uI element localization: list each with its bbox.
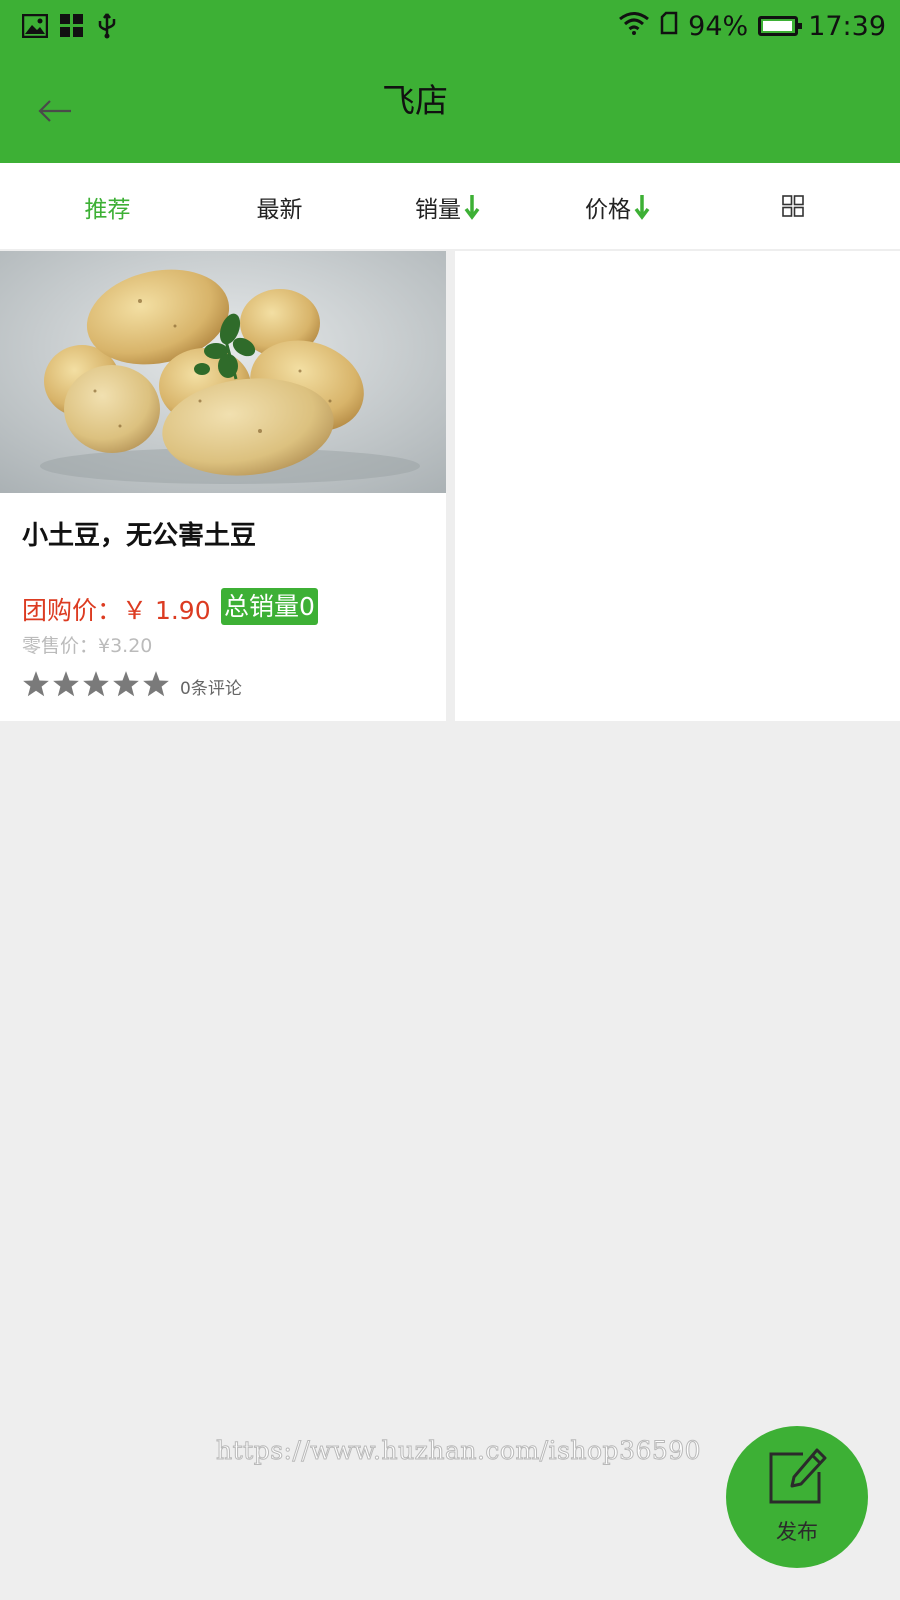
star-icon	[23, 671, 49, 697]
app-grid-notification-icon	[60, 14, 84, 42]
tab-label: 推荐	[84, 197, 131, 223]
tab-label: 价格	[585, 197, 631, 223]
star-icon	[83, 671, 109, 697]
tab-recommended[interactable]: 推荐	[60, 187, 155, 227]
battery-icon	[758, 16, 803, 36]
down-arrow-icon	[634, 194, 650, 220]
edit-icon	[767, 1448, 827, 1508]
tab-sales[interactable]: 销量	[400, 187, 495, 227]
star-icon	[53, 671, 79, 697]
retail-price: 零售价：¥3.20	[22, 635, 153, 657]
tab-price[interactable]: 价格	[570, 187, 665, 227]
wifi-icon	[618, 11, 650, 42]
page-title: 飞店	[382, 81, 448, 120]
product-image-potatoes[interactable]	[0, 251, 446, 493]
product-name: 小土豆，无公害土豆	[22, 521, 257, 551]
tab-label: 最新	[256, 197, 303, 223]
down-arrow-icon	[464, 194, 480, 220]
fab-label: 发布	[776, 1520, 818, 1544]
star-icon	[143, 671, 169, 697]
group-price: 团购价：￥ 1.90	[22, 596, 211, 625]
product-card[interactable]: 小土豆，无公害土豆 团购价：￥ 1.90 总销量0 零售价：¥3.20 0条评论	[0, 251, 446, 721]
usb-icon	[96, 13, 118, 43]
total-sales-badge: 总销量0	[221, 588, 318, 625]
app-bar: 94% 17:39 飞店	[0, 0, 900, 163]
star-rating	[22, 670, 170, 698]
star-icon	[113, 671, 139, 697]
battery-percent: 94%	[688, 10, 749, 42]
empty-card-slot	[455, 251, 900, 721]
tab-label: 销量	[415, 197, 461, 223]
tab-newest[interactable]: 最新	[232, 187, 327, 227]
publish-fab-button[interactable]: 发布	[726, 1426, 868, 1568]
status-bar: 94% 17:39	[0, 0, 900, 52]
grid-icon	[782, 195, 804, 221]
layout-toggle-button[interactable]	[782, 195, 804, 217]
image-notification-icon	[21, 13, 49, 42]
review-count: 0条评论	[180, 679, 242, 699]
clock: 17:39	[808, 10, 886, 42]
sort-bar: 推荐 最新 销量 价格	[0, 163, 900, 249]
product-grid: 小土豆，无公害土豆 团购价：￥ 1.90 总销量0 零售价：¥3.20 0条评论	[0, 251, 900, 721]
sim-card-icon	[660, 11, 678, 42]
watermark: https://www.huzhan.com/ishop36590	[215, 1436, 702, 1466]
